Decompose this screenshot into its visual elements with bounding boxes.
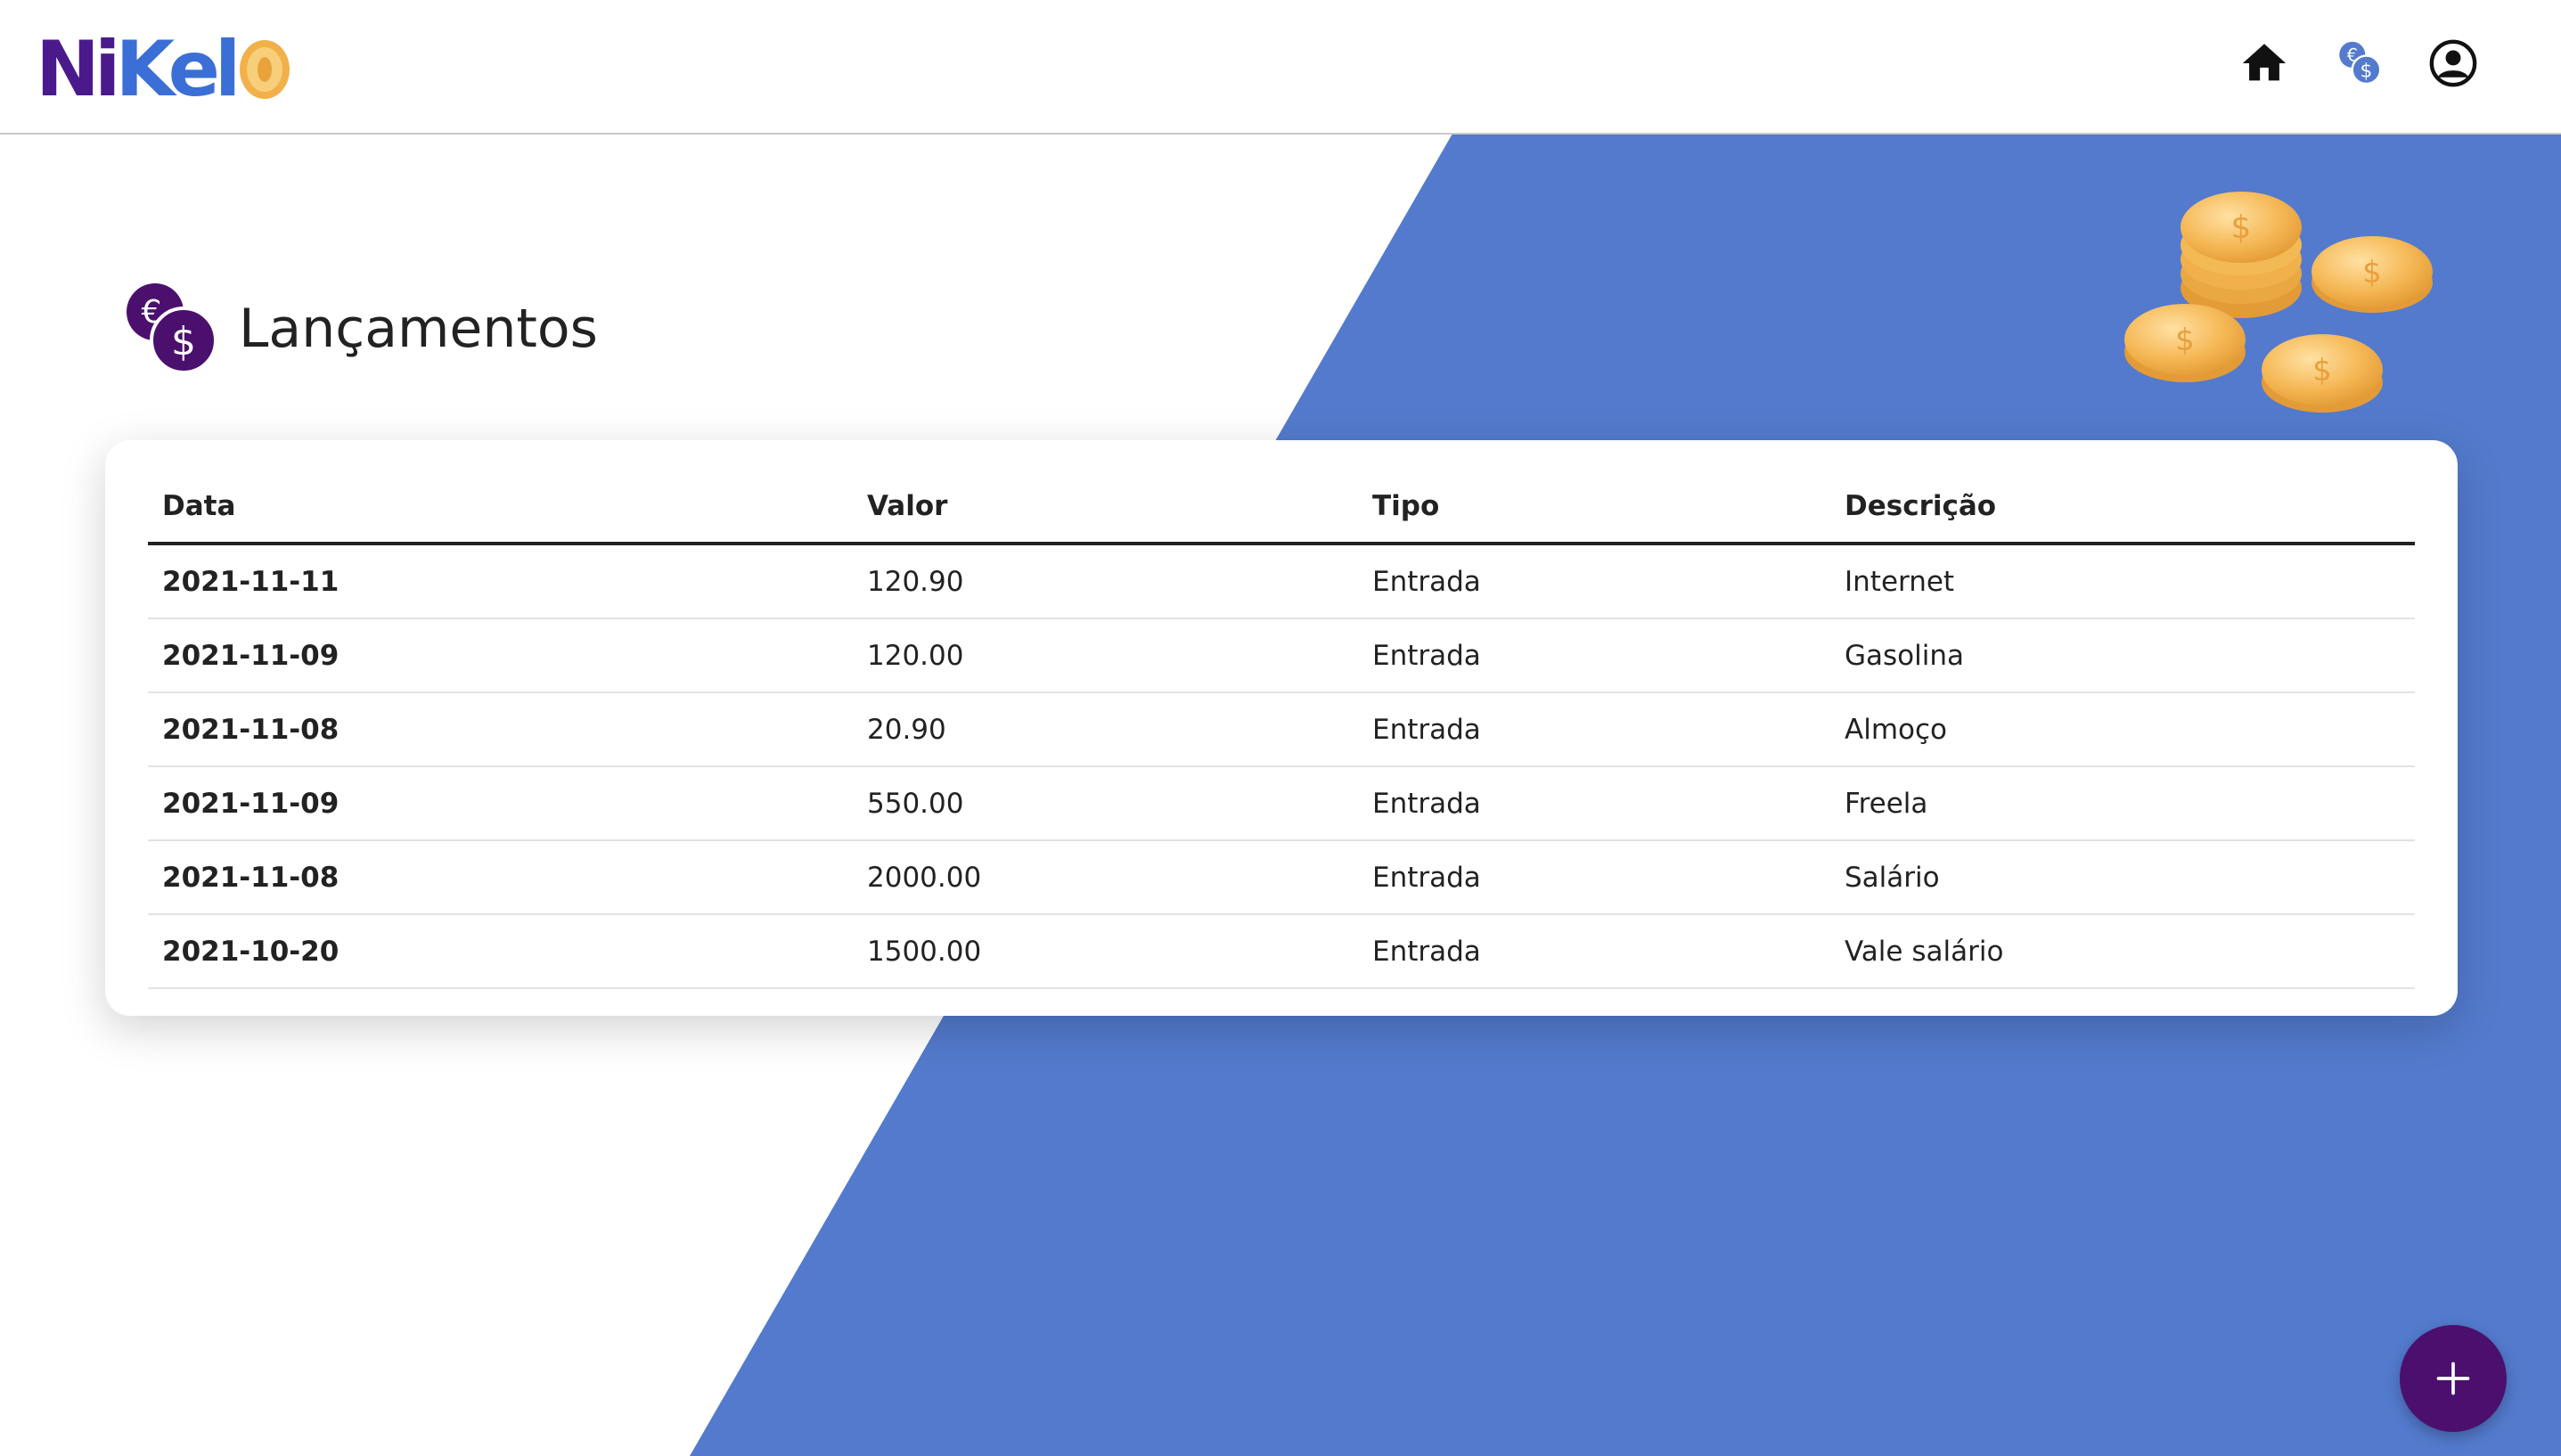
home-icon[interactable] [2238, 37, 2290, 89]
column-header-description: Descrição [1830, 470, 2415, 545]
svg-text:$: $ [2231, 209, 2252, 246]
nikel-logo[interactable]: NiKel [36, 25, 292, 114]
row-type: Entrada [1358, 840, 1830, 915]
column-header-value: Valor [853, 470, 1358, 545]
row-date: 2021-11-08 [148, 840, 853, 915]
table-row: 2021-11-08 20.90 Entrada Almoço [148, 692, 2415, 767]
page-title: Lançamentos [239, 298, 598, 361]
currency-exchange-icon: € $ [127, 283, 217, 375]
row-description: Almoço [1830, 692, 2415, 767]
row-value: 20.90 [853, 692, 1358, 767]
row-type: Entrada [1358, 766, 1830, 841]
row-date: 2021-11-11 [148, 544, 853, 619]
row-description: Freela [1830, 766, 2415, 841]
row-type: Entrada [1358, 914, 1830, 989]
table-row: 2021-11-08 2000.00 Entrada Salário [148, 840, 2415, 915]
row-description: Salário [1830, 840, 2415, 915]
currency-icon[interactable]: € $ [2333, 37, 2385, 89]
coins-illustration: $ $ $ $ [2124, 192, 2433, 413]
svg-text:$: $ [2175, 323, 2195, 358]
row-date: 2021-11-08 [148, 692, 853, 767]
nav-icon-group: € $ [2238, 37, 2479, 89]
row-value: 550.00 [853, 766, 1358, 841]
svg-text:$: $ [171, 319, 196, 364]
table-row: 2021-11-09 550.00 Entrada Freela [148, 766, 2415, 841]
row-value: 120.00 [853, 618, 1358, 693]
plus-icon [2436, 1362, 2470, 1395]
logo-wordmark: NiKel [36, 25, 241, 114]
svg-text:$: $ [2361, 61, 2373, 83]
page-header: € $ Lançamentos [125, 262, 598, 396]
row-date: 2021-10-20 [148, 914, 853, 989]
row-value: 120.90 [853, 544, 1358, 619]
svg-text:$: $ [2362, 255, 2382, 290]
row-description: Vale salário [1830, 914, 2415, 989]
table-header-row: Data Valor Tipo Descrição [148, 470, 2415, 545]
table-row: 2021-11-11 120.90 Entrada Internet [148, 544, 2415, 619]
row-description: Internet [1830, 544, 2415, 619]
table-row: 2021-10-20 1500.00 Entrada Vale salário [148, 914, 2415, 989]
row-type: Entrada [1358, 618, 1830, 693]
row-date: 2021-11-09 [148, 766, 853, 841]
column-header-date: Data [148, 470, 853, 545]
svg-text:$: $ [2312, 353, 2332, 389]
row-value: 2000.00 [853, 840, 1358, 915]
transactions-card: Data Valor Tipo Descrição 2021-11-11 120… [105, 440, 2458, 1016]
row-date: 2021-11-09 [148, 618, 853, 693]
row-type: Entrada [1358, 692, 1830, 767]
row-type: Entrada [1358, 544, 1830, 619]
row-value: 1500.00 [853, 914, 1358, 989]
top-navbar: NiKel € $ [0, 0, 2561, 135]
user-account-icon[interactable] [2427, 37, 2479, 89]
table-row: 2021-11-09 120.00 Entrada Gasolina [148, 618, 2415, 693]
transactions-table: Data Valor Tipo Descrição 2021-11-11 120… [148, 470, 2415, 989]
row-description: Gasolina [1830, 618, 2415, 693]
logo-coin-icon [240, 40, 290, 99]
add-transaction-button[interactable] [2400, 1325, 2507, 1432]
column-header-type: Tipo [1358, 470, 1830, 545]
